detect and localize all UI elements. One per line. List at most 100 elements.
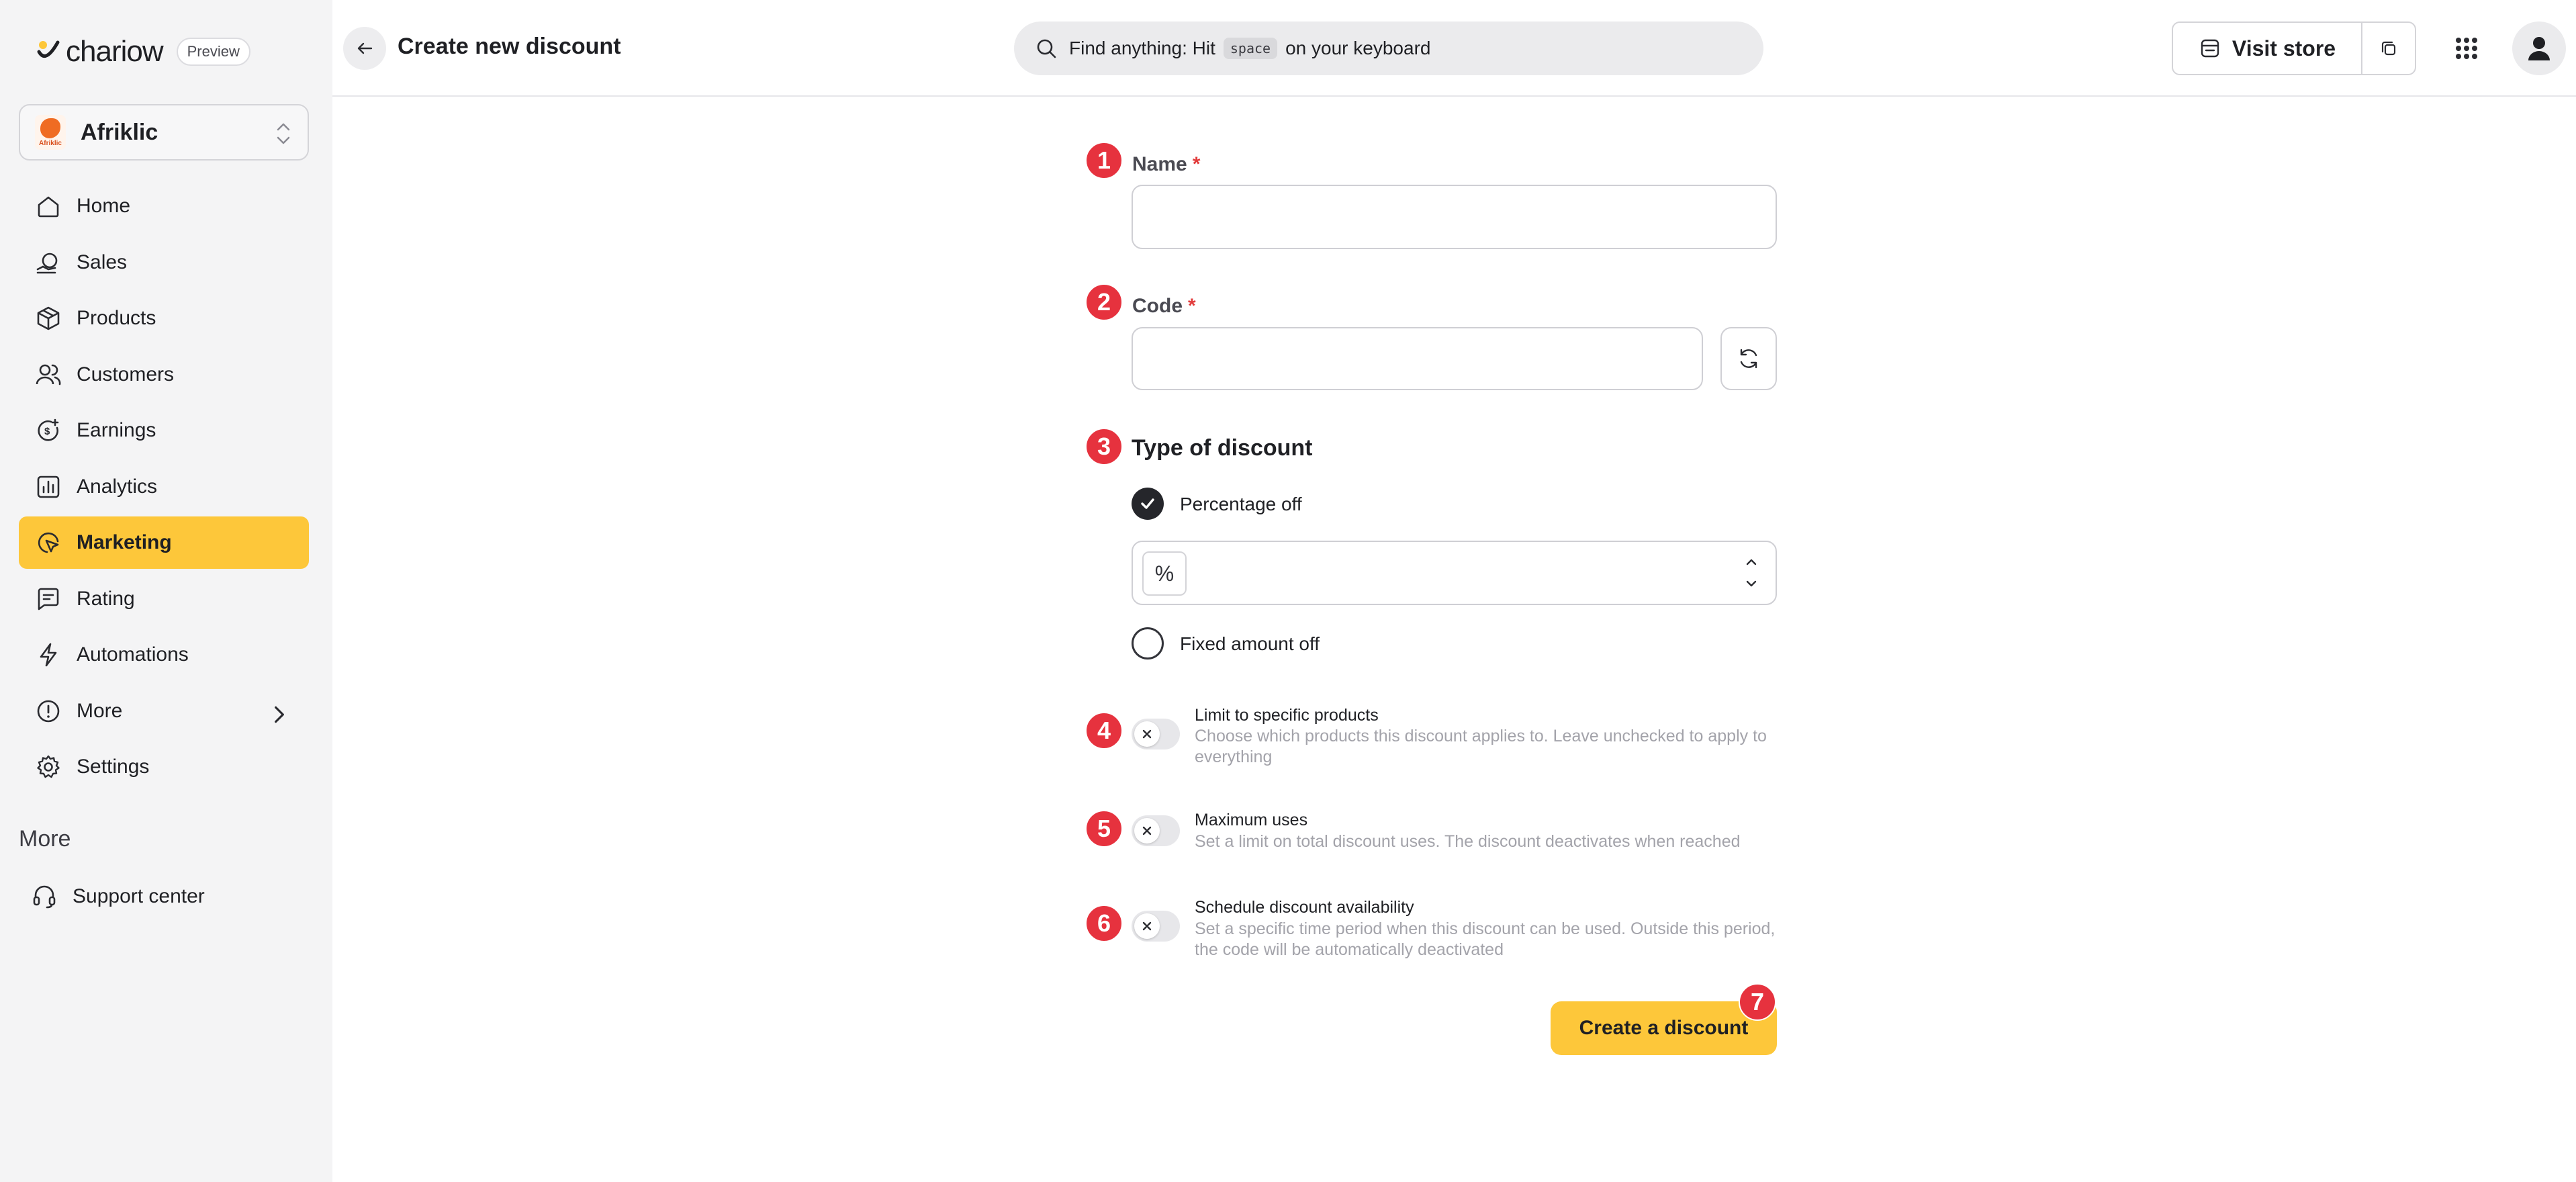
refresh-icon xyxy=(1740,349,1757,369)
brand-name: chariow xyxy=(66,35,164,68)
store-logo: Afriklic xyxy=(35,115,66,150)
fixed-amount-off-label: Fixed amount off xyxy=(1180,633,1320,654)
step-badge-2: 2 xyxy=(1085,283,1123,321)
maximum-uses-title: Maximum uses xyxy=(1195,811,1308,829)
chevron-up-down-icon xyxy=(277,123,290,144)
required-mark: * xyxy=(1192,153,1201,175)
home-icon xyxy=(38,196,59,218)
step-badge-1: 1 xyxy=(1085,142,1123,179)
search-key-badge: space xyxy=(1223,38,1278,59)
back-button[interactable] xyxy=(343,27,386,70)
maximum-uses-toggle[interactable] xyxy=(1132,815,1180,846)
marketing-icon xyxy=(38,532,59,553)
name-label-text: Name xyxy=(1132,153,1187,175)
chevron-right-icon xyxy=(275,706,284,723)
sidebar-item-label: More xyxy=(77,699,123,722)
user-icon xyxy=(2528,37,2550,60)
copy-icon xyxy=(2381,41,2396,56)
sidebar-item-label: Customers xyxy=(77,363,175,385)
x-icon xyxy=(1142,826,1152,835)
percentage-input[interactable] xyxy=(1197,549,1721,597)
sidebar-item-label: Settings xyxy=(77,756,150,778)
sidebar-item-label: Automations xyxy=(77,643,189,666)
bolt-icon xyxy=(40,643,57,667)
users-icon xyxy=(36,364,61,385)
percentage-off-radio[interactable] xyxy=(1132,488,1164,520)
chevron-down-icon xyxy=(1746,580,1757,587)
sidebar: chariow Preview Afriklic Afriklic Home S… xyxy=(0,0,332,1182)
search-hint-prefix: Find anything: Hit xyxy=(1069,38,1215,58)
svg-text:$: $ xyxy=(44,426,50,437)
step-badge-5: 5 xyxy=(1085,810,1123,848)
x-icon xyxy=(1142,729,1152,739)
schedule-availability-description: Set a specific time period when this dis… xyxy=(1195,919,1776,959)
search-hint-suffix: on your keyboard xyxy=(1285,38,1431,58)
store-name: Afriklic xyxy=(81,119,158,145)
step-badge-7: 7 xyxy=(1739,983,1776,1021)
sidebar-item-analytics[interactable]: Analytics xyxy=(19,461,309,513)
percent-icon: % xyxy=(1142,551,1187,596)
visit-store-label: Visit store xyxy=(2232,36,2336,60)
step-badge-4: 4 xyxy=(1085,712,1123,749)
number-stepper[interactable] xyxy=(1743,554,1759,592)
sidebar-section-title: More xyxy=(19,826,71,852)
limit-products-title: Limit to specific products xyxy=(1195,706,1379,725)
store-icon xyxy=(2201,39,2219,58)
limit-products-toggle[interactable] xyxy=(1132,719,1180,749)
sidebar-item-automations[interactable]: Automations xyxy=(19,629,309,681)
earnings-icon: $ xyxy=(38,418,59,441)
sidebar-item-label: Products xyxy=(77,307,156,329)
brand-mark-icon xyxy=(37,40,60,58)
support-center-label: Support center xyxy=(73,885,205,907)
search-icon xyxy=(1037,39,1056,58)
schedule-availability-toggle[interactable] xyxy=(1132,911,1180,942)
chevron-up-icon xyxy=(1746,559,1757,565)
percentage-input-group: % xyxy=(1132,541,1777,605)
generate-code-button[interactable] xyxy=(1720,327,1777,390)
required-mark: * xyxy=(1188,295,1196,317)
code-label: Code * xyxy=(1132,295,1196,318)
grid-icon xyxy=(2456,38,2477,59)
name-label: Name * xyxy=(1132,153,1200,176)
sidebar-item-label: Sales xyxy=(77,251,128,273)
check-icon xyxy=(1141,498,1154,509)
store-switcher[interactable]: Afriklic Afriklic xyxy=(19,104,309,161)
schedule-availability-title: Schedule discount availability xyxy=(1195,898,1414,917)
sidebar-item-sales[interactable]: Sales xyxy=(19,236,309,289)
sidebar-item-support-center[interactable]: Support center xyxy=(31,870,205,923)
sidebar-item-label: Marketing xyxy=(77,531,172,553)
sidebar-item-settings[interactable]: Settings xyxy=(19,741,309,793)
visit-store-button[interactable]: Visit store xyxy=(2173,23,2361,74)
sidebar-item-label: Earnings xyxy=(77,419,156,441)
sidebar-item-label: Rating xyxy=(77,587,135,610)
sidebar-item-more[interactable]: More xyxy=(19,685,309,737)
copy-link-button[interactable] xyxy=(2361,23,2415,74)
code-label-text: Code xyxy=(1132,295,1183,317)
fixed-amount-off-radio[interactable] xyxy=(1132,627,1164,660)
brand-logo[interactable]: chariow Preview xyxy=(35,35,250,69)
sales-icon xyxy=(36,253,58,273)
sidebar-item-earnings[interactable]: $ Earnings xyxy=(19,404,309,457)
name-input[interactable] xyxy=(1132,185,1777,249)
sidebar-item-home[interactable]: Home xyxy=(19,180,309,232)
apps-grid-button[interactable] xyxy=(2448,30,2485,67)
x-icon xyxy=(1142,921,1152,931)
arrow-left-icon xyxy=(357,42,373,54)
sidebar-nav: Home Sales Products Customers $ Earnings… xyxy=(19,180,309,797)
sidebar-item-rating[interactable]: Rating xyxy=(19,573,309,625)
maximum-uses-description: Set a limit on total discount uses. The … xyxy=(1195,832,1741,851)
headset-icon xyxy=(33,885,56,909)
step-badge-3: 3 xyxy=(1085,428,1123,465)
gear-icon xyxy=(37,755,60,778)
sidebar-item-customers[interactable]: Customers xyxy=(19,349,309,401)
limit-products-description: Choose which products this discount appl… xyxy=(1195,727,1767,766)
user-avatar-button[interactable] xyxy=(2512,21,2566,75)
code-input[interactable] xyxy=(1132,327,1703,390)
sidebar-item-products[interactable]: Products xyxy=(19,292,309,345)
box-icon xyxy=(37,306,60,330)
visit-store-group: Visit store xyxy=(2172,21,2416,75)
sidebar-item-marketing[interactable]: Marketing xyxy=(19,516,309,569)
rating-icon xyxy=(38,588,59,610)
search-hint: Find anything: Hit space on your keyboar… xyxy=(1069,38,1430,59)
search-bar[interactable]: Find anything: Hit space on your keyboar… xyxy=(1014,21,1763,75)
